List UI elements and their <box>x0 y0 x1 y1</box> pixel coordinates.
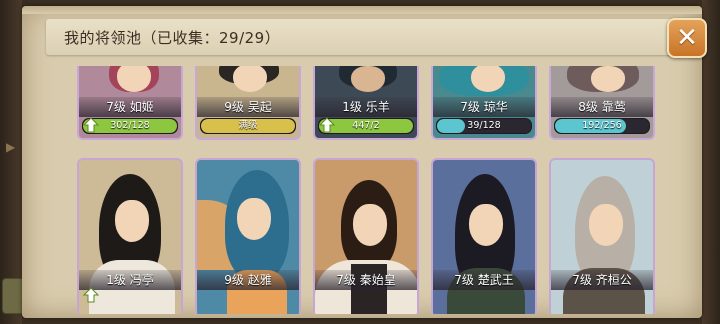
general-label: 7级 楚武王 <box>433 270 535 290</box>
general-label: 7级 秦始皇 <box>315 270 417 290</box>
left-arrow-icon: ▶ <box>6 140 16 154</box>
general-portrait <box>551 160 653 314</box>
general-label: 7级 如姬 <box>79 97 181 117</box>
general-card[interactable]: 7级 如姬 302/128 <box>77 66 183 140</box>
upgrade-arrow-icon <box>83 117 99 133</box>
general-pool-panel: 我的将领池（已收集：29/29） ✕ 7级 如姬 302/128 9级 吴起 满… <box>22 6 707 318</box>
general-card[interactable]: 9级 赵雅 <box>195 158 301 314</box>
fragment-progress-bar: 满级 <box>200 118 296 134</box>
close-button[interactable]: ✕ <box>667 18 707 58</box>
general-card[interactable]: 1级 乐羊 447/2 <box>313 66 419 140</box>
progress-text: 39/128 <box>467 120 501 131</box>
general-card[interactable]: 8级 靠莺 192/256 <box>549 66 655 140</box>
background-left <box>0 0 22 324</box>
general-card[interactable]: 7级 琼华 39/128 <box>431 66 537 140</box>
general-card[interactable]: 9级 吴起 满级 <box>195 66 301 140</box>
general-card[interactable]: 7级 齐桓公 <box>549 158 655 314</box>
general-grid: 7级 如姬 302/128 9级 吴起 满级 1级 乐羊 447/2 7级 琼华… <box>77 66 687 314</box>
panel-title: 我的将领池（已收集：29/29） <box>64 29 281 47</box>
upgrade-arrow-icon <box>319 117 335 133</box>
fragment-progress-bar: 39/128 <box>436 118 532 134</box>
general-label: 8级 靠莺 <box>551 97 653 117</box>
general-card[interactable]: 1级 冯亭 <box>77 158 183 314</box>
title-bar: 我的将领池（已收集：29/29） <box>46 19 676 55</box>
progress-text: 满级 <box>238 120 258 131</box>
general-card[interactable]: 7级 楚武王 <box>431 158 537 314</box>
general-portrait <box>433 160 535 314</box>
general-label: 7级 齐桓公 <box>551 270 653 290</box>
general-label: 1级 乐羊 <box>315 97 417 117</box>
general-portrait <box>315 160 417 314</box>
general-portrait <box>197 160 299 314</box>
progress-text: 192/256 <box>582 120 622 131</box>
fragment-progress-bar: 192/256 <box>554 118 650 134</box>
close-icon: ✕ <box>676 23 698 53</box>
upgrade-arrow-icon <box>83 287 99 303</box>
general-label: 7级 琼华 <box>433 97 535 117</box>
general-card[interactable]: 7级 秦始皇 <box>313 158 419 314</box>
general-label: 9级 吴起 <box>197 97 299 117</box>
general-label: 9级 赵雅 <box>197 270 299 290</box>
